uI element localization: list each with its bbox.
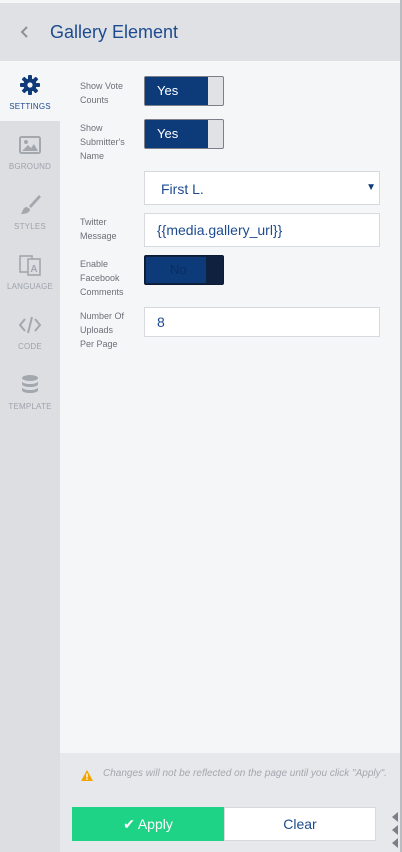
- settings-panel: Gallery Element SETTINGS BGROUND STYLES …: [0, 0, 400, 852]
- clear-button[interactable]: Clear: [224, 807, 376, 841]
- label-line: Show: [80, 123, 103, 133]
- code-icon: [18, 316, 42, 334]
- check-icon: ✔: [123, 816, 135, 832]
- sidebar-item-label: TEMPLATE: [8, 402, 52, 411]
- show-submitter-name-label: Show Submitter's Name: [80, 121, 125, 163]
- sidebar-item-label: CODE: [18, 342, 42, 351]
- toggle-value: Yes: [145, 77, 208, 105]
- sidebar-nav: SETTINGS BGROUND STYLES A LANGUAGE CODE …: [0, 61, 60, 852]
- image-icon: [19, 136, 41, 154]
- panel-footer: Changes will not be reflected on the pag…: [60, 753, 400, 852]
- chevron-left-icon: [20, 26, 28, 38]
- chevron-left-icon: [392, 812, 398, 848]
- apply-label: Apply: [137, 816, 173, 832]
- select-value: First L.: [161, 181, 204, 197]
- name-format-select[interactable]: First L. ▼: [144, 171, 380, 205]
- sidebar-item-styles[interactable]: STYLES: [0, 181, 60, 241]
- sidebar-item-settings[interactable]: SETTINGS: [0, 61, 60, 121]
- warning-icon: [81, 770, 93, 781]
- caret-down-icon: ▼: [366, 182, 376, 193]
- collapse-handle[interactable]: [390, 810, 400, 852]
- page-title: Gallery Element: [50, 22, 179, 42]
- label-line: Submitter's: [80, 137, 125, 147]
- label-line: Counts: [80, 95, 109, 105]
- gear-icon: [20, 75, 40, 95]
- apply-warning-text: Changes will not be reflected on the pag…: [103, 768, 387, 779]
- toggle-value: Yes: [145, 120, 208, 148]
- label-line: Show Vote: [80, 81, 124, 91]
- toggle-value: No: [146, 257, 206, 283]
- show-submitter-name-toggle[interactable]: Yes: [144, 119, 224, 149]
- sidebar-item-label: STYLES: [14, 222, 46, 231]
- label-line: Uploads: [80, 325, 114, 335]
- brush-icon: [21, 195, 41, 214]
- label-line: Name: [80, 151, 105, 161]
- uploads-per-page-input[interactable]: [144, 307, 380, 337]
- enable-facebook-comments-toggle[interactable]: No: [144, 255, 224, 285]
- sidebar-item-code[interactable]: CODE: [0, 301, 60, 361]
- label-line: Twitter: [80, 217, 107, 227]
- sidebar-item-bground[interactable]: BGROUND: [0, 121, 60, 181]
- database-icon: [22, 375, 38, 393]
- sidebar-item-label: LANGUAGE: [6, 282, 54, 291]
- label-line: Message: [80, 231, 117, 241]
- back-button[interactable]: [14, 20, 36, 44]
- sidebar-item-template[interactable]: TEMPLATE: [0, 361, 60, 421]
- panel-header: Gallery Element: [0, 3, 400, 61]
- label-line: Enable: [80, 259, 109, 269]
- show-vote-counts-label: Show Vote Counts: [80, 79, 123, 107]
- apply-button[interactable]: ✔ Apply: [72, 807, 224, 841]
- uploads-per-page-label: Number Of Uploads Per Page: [80, 309, 124, 351]
- enable-facebook-comments-label: Enable Facebook Comments: [80, 257, 124, 299]
- label-line: Number Of: [80, 311, 125, 321]
- show-vote-counts-toggle[interactable]: Yes: [144, 76, 224, 106]
- svg-text:A: A: [30, 264, 37, 275]
- label-line: Comments: [80, 287, 124, 297]
- twitter-message-label: Twitter Message: [80, 215, 117, 243]
- label-line: Per Page: [80, 339, 118, 349]
- label-line: Facebook: [80, 273, 120, 283]
- translate-icon: A: [19, 255, 41, 276]
- twitter-message-input[interactable]: [144, 213, 380, 247]
- sidebar-item-label: BGROUND: [8, 162, 52, 171]
- sidebar-item-label: SETTINGS: [9, 102, 51, 111]
- sidebar-item-language[interactable]: A LANGUAGE: [0, 241, 60, 301]
